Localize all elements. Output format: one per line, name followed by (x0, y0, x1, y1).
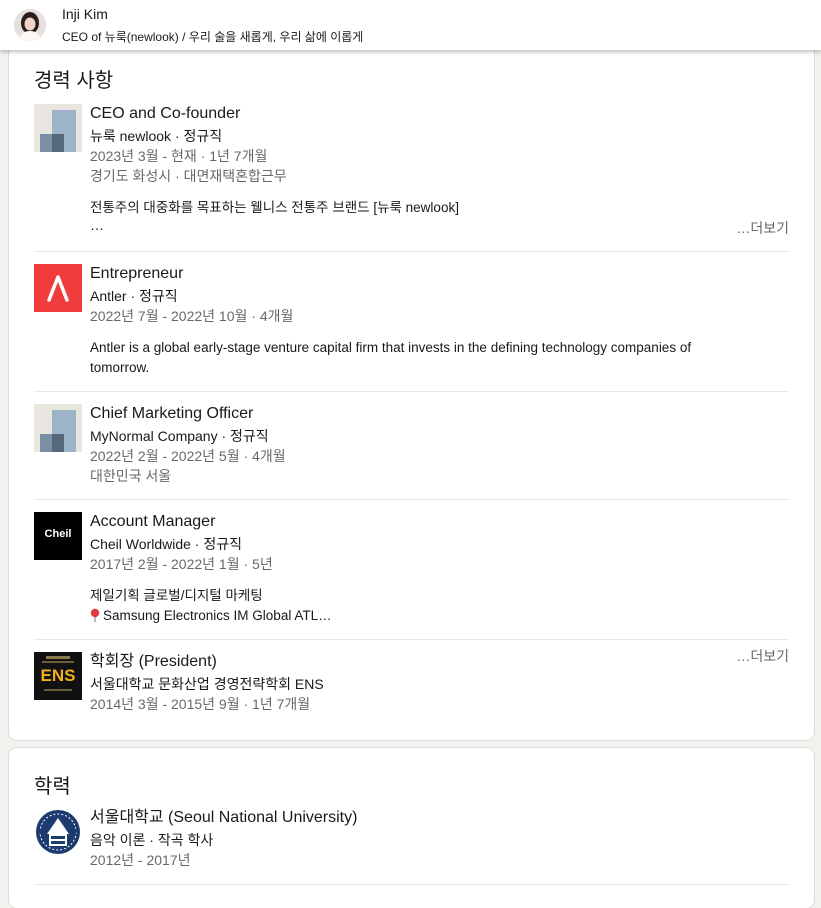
experience-item[interactable]: Chief Marketing Officer MyNormal Company… (34, 404, 789, 494)
role-title[interactable]: Entrepreneur (90, 264, 789, 286)
sticky-profile-header: Inji Kim CEO of 뉴룩(newlook) / 우리 술을 새롭게,… (0, 0, 821, 50)
company-name: 서울대학교 문화산업 경영전략학회 ENS (90, 676, 324, 692)
divider (34, 884, 789, 885)
description: Antler is a global early-stage venture c… (90, 340, 692, 355)
profile-photo-icon (14, 9, 46, 41)
company-placeholder-icon (34, 104, 82, 152)
cheil-logo[interactable]: Cheil (34, 512, 82, 560)
description: 전통주의 대중화를 목표하는 웰니스 전통주 브랜드 [뉴룩 newlook] (90, 200, 459, 215)
education-item[interactable]: 서울대학교 (Seoul National University) 음악 이론 … (34, 808, 789, 888)
divider (34, 499, 789, 500)
degree: 음악 이론 · 작곡 학사 (90, 832, 214, 848)
round-pushpin-icon (90, 608, 100, 622)
ens-logo-small-text-2 (42, 661, 74, 663)
description: 제일기획 글로벌/디지털 마케팅 (90, 588, 263, 603)
ens-logo[interactable]: ENS (34, 652, 82, 700)
role-title[interactable]: Chief Marketing Officer (90, 404, 789, 426)
antler-a-icon (47, 275, 69, 302)
snu-emblem-logo[interactable] (34, 808, 82, 856)
date-range: 2012년 - 2017년 (90, 852, 191, 868)
section-title-experience: 경력 사항 (34, 70, 114, 92)
company-name: Antler · 정규직 (90, 288, 178, 304)
school-name[interactable]: 서울대학교 (Seoul National University) (90, 808, 789, 830)
see-more-button[interactable]: …더보기 (736, 218, 789, 238)
location: 대한민국 서울 (90, 468, 172, 484)
date-range: 2017년 2월 - 2022년 1월 · 5년 (90, 556, 273, 572)
description-continued: tomorrow. (90, 360, 150, 375)
profile-headline: CEO of 뉴룩(newlook) / 우리 술을 새롭게, 우리 삶에 이롭… (62, 30, 364, 44)
company-placeholder-icon (34, 404, 82, 452)
avatar[interactable] (14, 9, 46, 41)
experience-section: 경력 사항 CEO and Co-founder 뉴룩 newlook · 정규… (9, 40, 814, 740)
role-title[interactable]: CEO and Co-founder (90, 104, 789, 126)
divider (34, 251, 789, 252)
date-range: 2023년 3월 - 현재 · 1년 7개월 (90, 148, 268, 164)
description-continued-line: Samsung Electronics IM Global ATL… (90, 606, 789, 626)
divider (34, 391, 789, 392)
default-company-logo[interactable] (34, 104, 82, 152)
date-range: 2022년 2월 - 2022년 5월 · 4개월 (90, 448, 286, 464)
ens-logo-bottom-text (44, 689, 72, 691)
company-name: Cheil Worldwide · 정규직 (90, 536, 242, 552)
experience-item[interactable]: Cheil Account Manager Cheil Worldwide · … (34, 512, 789, 664)
date-range: 2014년 3월 - 2015년 9월 · 1년 7개월 (90, 696, 311, 712)
divider (34, 639, 789, 640)
education-section: 학력 서울대학교 (Seoul National University) 음악 … (9, 748, 814, 908)
experience-item[interactable]: CEO and Co-founder 뉴룩 newlook · 정규직 2023… (34, 104, 789, 244)
section-title-education: 학력 (34, 776, 71, 798)
experience-item[interactable]: Entrepreneur Antler · 정규직 2022년 7월 - 202… (34, 264, 789, 384)
location: 경기도 화성시 · 대면재택혼합근무 (90, 168, 287, 184)
ens-logo-text: ENS (40, 666, 76, 685)
default-company-logo[interactable] (34, 404, 82, 452)
university-emblem-icon (34, 808, 82, 856)
profile-name: Inji Kim (62, 6, 108, 22)
company-name: MyNormal Company · 정규직 (90, 428, 269, 444)
antler-logo[interactable] (34, 264, 82, 312)
role-title[interactable]: Account Manager (90, 512, 789, 534)
description-continued: … (90, 217, 104, 233)
company-name: 뉴룩 newlook · 정규직 (90, 128, 223, 144)
description-continued: Samsung Electronics IM Global ATL… (103, 608, 332, 623)
cheil-logo-text: Cheil (44, 528, 72, 540)
date-range: 2022년 7월 - 2022년 10월 · 4개월 (90, 308, 294, 324)
experience-item[interactable]: ENS 학회장 (President) 서울대학교 문화산업 경영전략학회 EN… (34, 652, 789, 722)
role-title[interactable]: 학회장 (President) (90, 652, 789, 674)
ens-logo-small-text (46, 656, 70, 659)
